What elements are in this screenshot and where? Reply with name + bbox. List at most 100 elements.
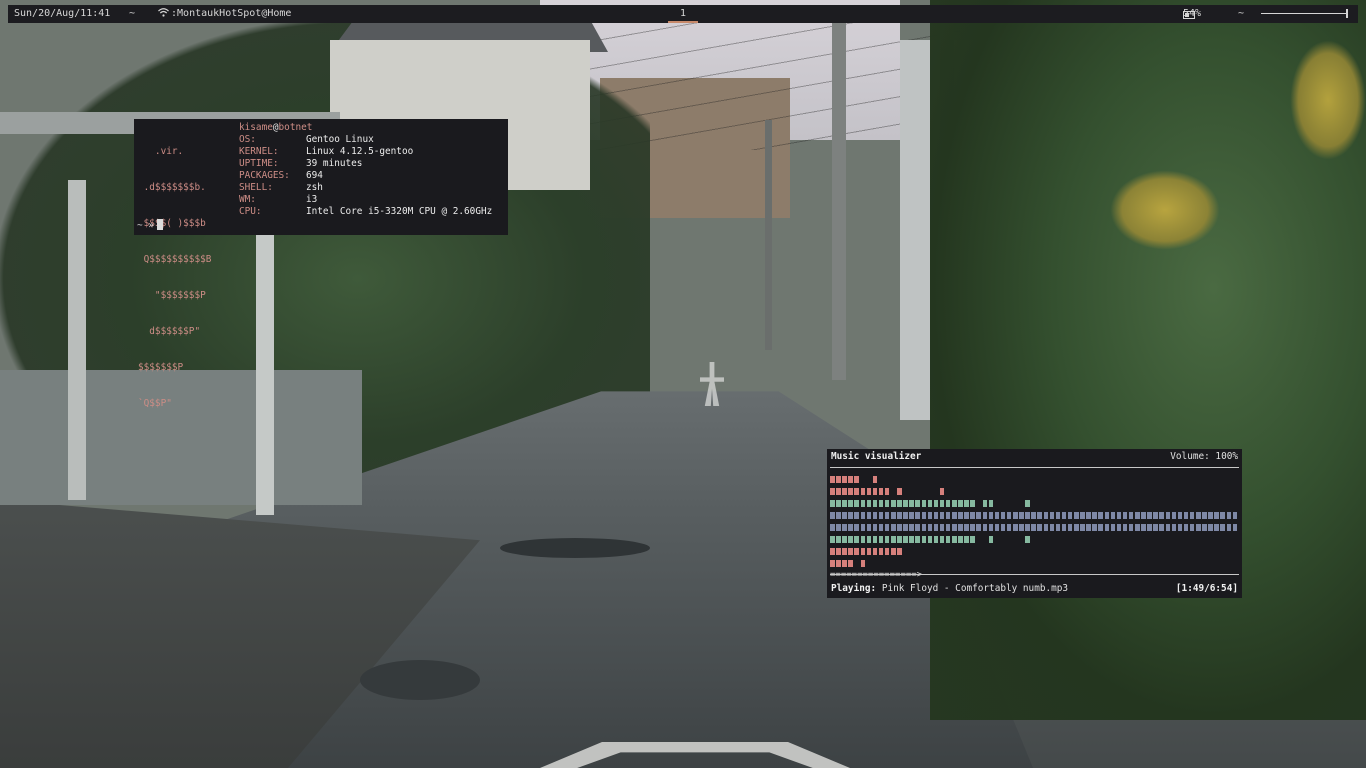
spectrum-block (1067, 524, 1073, 531)
info-value: Gentoo Linux (306, 134, 374, 145)
spectrum-block (921, 500, 927, 507)
spectrum-block (1220, 524, 1225, 531)
spectrum-block (939, 488, 945, 495)
spectrum-block (1074, 524, 1079, 531)
volume-slider-handle[interactable] (1346, 9, 1348, 18)
spectrum-block (970, 536, 975, 543)
volume-slider[interactable] (1261, 13, 1347, 14)
spectrum-block (1025, 500, 1030, 507)
spectrum-block (958, 524, 963, 531)
spectrum-block (872, 488, 878, 495)
ascii-line: $$$$$$$P (138, 362, 184, 373)
info-key: SHELL: (239, 182, 273, 193)
info-key: PACKAGES: (239, 170, 290, 181)
spectrum-block (897, 500, 902, 507)
ascii-line: Q$$$$$$$$$$B (138, 254, 212, 265)
wallpaper-carport-post (68, 180, 86, 500)
spectrum-block (1110, 524, 1116, 531)
divider (830, 574, 1239, 575)
spectrum-block (1061, 524, 1067, 531)
spectrum-block (860, 500, 866, 507)
spectrum-block (836, 548, 841, 555)
shell-prompt[interactable]: ~ » (137, 219, 163, 232)
spectrum-block (866, 536, 872, 543)
spectrum-block (903, 524, 908, 531)
separator: ~ (1238, 8, 1245, 19)
spectrum-block (866, 524, 872, 531)
spectrum-block (842, 548, 847, 555)
spectrum-block (964, 500, 969, 507)
spectrum-block (860, 560, 866, 567)
spectrum-block (891, 536, 896, 543)
spectrum-block (836, 560, 841, 567)
spectrum-block (903, 536, 908, 543)
spectrum-block (866, 548, 872, 555)
spectrum-block (872, 548, 878, 555)
ascii-line: `Q$$P" (138, 398, 172, 409)
spectrum-block (866, 488, 872, 495)
spectrum-block (1049, 524, 1055, 531)
spectrum-block (1171, 512, 1177, 519)
spectrum-block (982, 512, 988, 519)
spectrum-block (939, 512, 945, 519)
spectrum-block (1116, 524, 1122, 531)
spectrum-block (915, 500, 920, 507)
info-row-wm: WM: i3 (239, 194, 492, 206)
playback-progress[interactable]: ================> (830, 570, 922, 580)
info-row-packages: PACKAGES: 694 (239, 170, 492, 182)
spectrum-block (1226, 512, 1232, 519)
spectrum-block (836, 536, 841, 543)
spectrum-block (988, 512, 994, 519)
terminal-window[interactable]: .vir. .d$$$$$$$b. $$$$( )$$$b Q$$$$$$$$$… (134, 119, 508, 409)
spectrum-block (1086, 512, 1091, 519)
spectrum-block (830, 548, 835, 555)
spectrum-block (1122, 512, 1128, 519)
spectrum-block (988, 524, 994, 531)
ascii-line: .vir. (138, 146, 184, 157)
spectrum-block (1128, 512, 1134, 519)
workspace-1-button[interactable]: 1 (668, 8, 698, 19)
spectrum-block (836, 500, 841, 507)
spectrum-block (854, 476, 859, 483)
prompt-symbol: ~ » (137, 220, 154, 231)
wallpaper-carport-post (256, 230, 274, 515)
spectrum-block (891, 500, 896, 507)
spectrum-block (927, 512, 933, 519)
spectrum-block (903, 512, 908, 519)
spectrum-block (945, 524, 951, 531)
spectrum-block (1019, 524, 1024, 531)
gentoo-ascii-logo: .vir. .d$$$$$$$b. $$$$( )$$$b Q$$$$$$$$$… (138, 122, 211, 434)
volume-indicator: Volume: 100% (1170, 451, 1238, 462)
divider (830, 467, 1239, 468)
spectrum-block (872, 512, 878, 519)
spectrum-block (1080, 524, 1085, 531)
wallpaper-puddle (500, 538, 650, 558)
spectrum-block (848, 560, 853, 567)
spectrum-block (1196, 512, 1201, 519)
spectrum-block (1006, 512, 1012, 519)
spectrum-block (982, 500, 988, 507)
spectrum-block (1025, 524, 1030, 531)
system-info: kisame@botnet OS: Gentoo Linux KERNEL: Lin… (239, 122, 492, 218)
spectrum-block (854, 500, 859, 507)
info-value: Intel Core i5-3320M CPU @ 2.60GHz (306, 206, 493, 217)
spectrum-block (988, 536, 994, 543)
spectrum-block (994, 512, 1000, 519)
spectrum-block (1055, 524, 1061, 531)
spectrum-block (854, 488, 859, 495)
spectrum-block (884, 548, 890, 555)
spectrum-block (860, 512, 866, 519)
spectrum-block (842, 512, 847, 519)
spectrum-block (1128, 524, 1134, 531)
spectrum-block (897, 488, 902, 495)
spectrum-block (854, 548, 859, 555)
spectrum-block (897, 536, 902, 543)
spectrum-block (854, 524, 859, 531)
music-visualizer-window[interactable]: Music visualizer Volume: 100% ==========… (827, 449, 1242, 598)
spectrum-block (1067, 512, 1073, 519)
username: kisame (239, 122, 273, 133)
spectrum-block (958, 536, 963, 543)
spectrum-block (878, 500, 884, 507)
spectrum-block (848, 488, 853, 495)
spectrum-block (970, 500, 975, 507)
